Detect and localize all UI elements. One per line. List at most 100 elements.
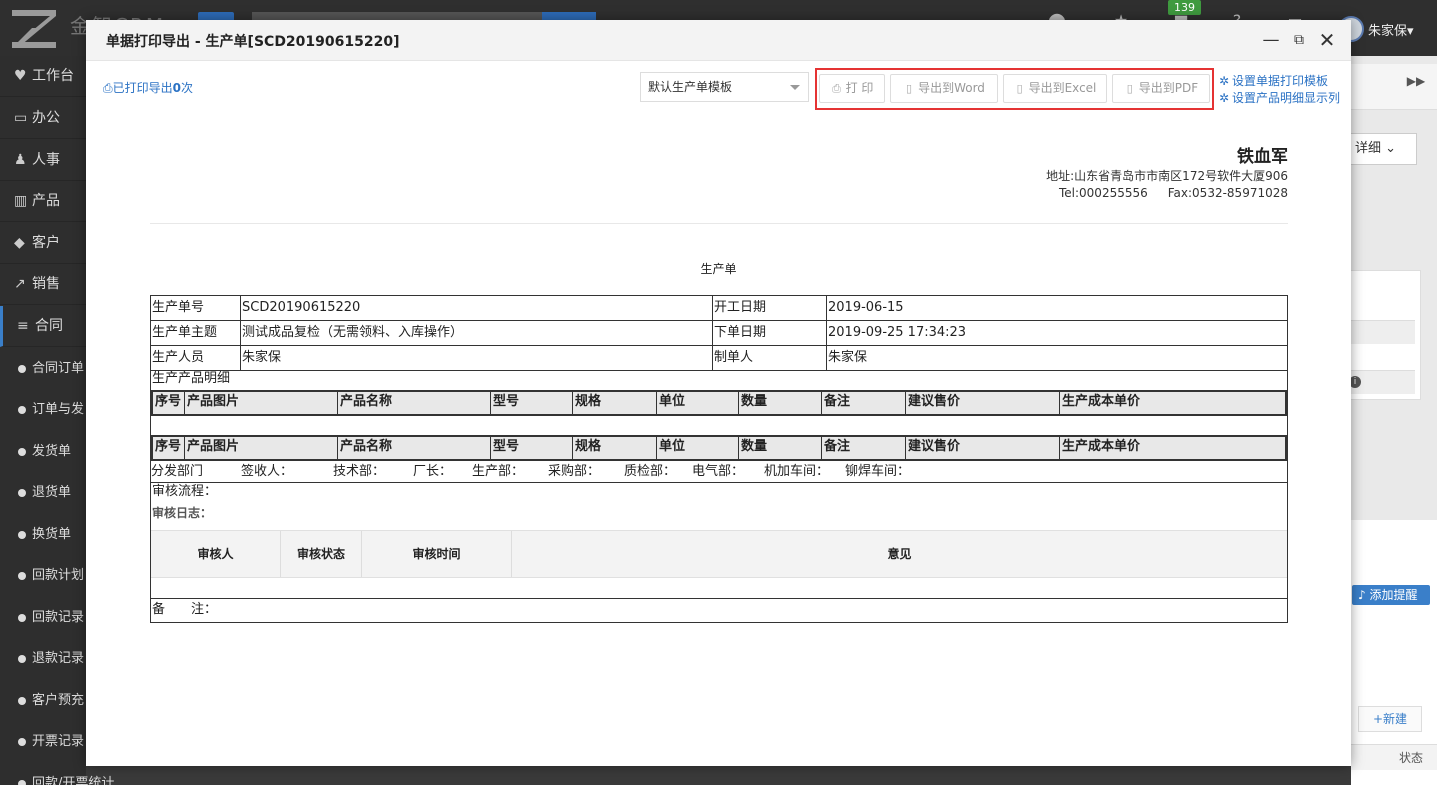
field-label: 生产单号 — [152, 300, 205, 315]
divider — [151, 370, 1287, 371]
field-label: 生产人员 — [152, 350, 205, 365]
section-label: 生产产品明细 — [152, 371, 231, 386]
field-label: 制单人 — [714, 350, 754, 365]
laptop-icon: ▭ — [14, 110, 28, 126]
column-header: 建议售价 — [908, 394, 961, 409]
close-icon[interactable]: ✕ — [1317, 30, 1337, 50]
chart-icon: ↗ — [14, 276, 26, 292]
column-header: 建议售价 — [908, 439, 961, 454]
field-value-person: 朱家保 — [242, 350, 282, 365]
heart-icon: ♥ — [14, 68, 27, 84]
column-header-status: 状态 — [1351, 744, 1437, 770]
dialog-header: 单据打印导出 - 生产单[SCD20190615220] — ⧉ ✕ — [86, 20, 1351, 61]
chevron-down-icon — [790, 85, 800, 90]
tab-scroll-right-icon[interactable]: ▶▶ — [1395, 66, 1437, 96]
column-header: 生产成本单价 — [1062, 394, 1141, 409]
file-excel-icon: ▯ — [1016, 82, 1023, 95]
field-value-maker: 朱家保 — [828, 350, 868, 365]
users-icon: ♟ — [14, 152, 27, 168]
audit-log-header: 审核人 审核状态 审核时间 意见 — [151, 530, 1287, 578]
company-address: 地址:山东省青岛市市南区172号软件大厦906 — [1046, 169, 1288, 183]
set-print-template-link[interactable]: ✲ 设置单据打印模板 — [1219, 72, 1328, 89]
dist-label: 分发部门 — [151, 464, 204, 479]
field-label: 生产单主题 — [152, 325, 218, 340]
set-columns-link[interactable]: ✲ 设置产品明细显示列 — [1219, 89, 1340, 106]
divider — [151, 459, 1287, 461]
document-title: 生产单 — [700, 262, 737, 276]
print-count-link[interactable]: ⎙已打印导出0次 — [103, 79, 193, 96]
divider — [151, 598, 1287, 599]
dist-item: 质检部： — [624, 464, 677, 479]
column-header: 生产成本单价 — [1062, 439, 1141, 454]
divider — [150, 223, 1288, 224]
column-header: 单位 — [659, 439, 686, 454]
column-header: 序号 — [155, 439, 182, 454]
bell-icon: ♪ — [1358, 588, 1366, 602]
add-reminder-button[interactable]: ♪ 添加提醒 — [1352, 585, 1430, 605]
field-value-order-no: SCD20190615220 — [242, 300, 361, 315]
company-tel: Tel:000255556 — [1058, 186, 1148, 200]
printer-icon: ⎙ — [103, 81, 113, 95]
dist-item: 签收人： — [241, 464, 294, 479]
app-logo[interactable] — [10, 6, 62, 50]
export-excel-button[interactable]: ▯ 导出到Excel — [1003, 74, 1107, 103]
user-menu[interactable]: 朱家保▾ — [1368, 20, 1414, 39]
minimize-icon[interactable]: — — [1261, 30, 1281, 50]
remark-label: 备 注： — [152, 602, 218, 617]
export-word-button[interactable]: ▯ 导出到Word — [890, 74, 998, 103]
file-word-icon: ▯ — [906, 82, 913, 95]
divider — [151, 482, 1287, 483]
divider — [151, 414, 1287, 416]
column-header: 意见 — [887, 547, 912, 561]
dist-item: 铆焊车间： — [845, 464, 911, 479]
sidebar-subitem[interactable]: 回款/开票统计 — [0, 763, 180, 785]
column-header: 单位 — [659, 394, 686, 409]
dist-item: 机加车间： — [764, 464, 830, 479]
column-header: 产品图片 — [187, 439, 240, 454]
notification-badge: 139 — [1168, 0, 1201, 15]
maximize-icon[interactable]: ⧉ — [1289, 30, 1309, 50]
dialog-title: 单据打印导出 - 生产单[SCD20190615220] — [106, 34, 400, 50]
company-contact: Tel:000255556 Fax:0532-85971028 — [1059, 186, 1288, 200]
column-header: 型号 — [493, 439, 520, 454]
column-header: 数量 — [741, 439, 768, 454]
column-header: 审核人 — [151, 531, 281, 577]
printer-icon: ⎙ — [832, 82, 841, 95]
export-pdf-button[interactable]: ▯ 导出到PDF — [1112, 74, 1210, 103]
dist-item: 电气部： — [692, 464, 745, 479]
print-button[interactable]: ⎙ 打 印 — [819, 74, 885, 103]
field-value-subject: 测试成品复检（无需领料、入库操作） — [242, 325, 464, 340]
dist-item: 采购部： — [548, 464, 601, 479]
table-row — [1351, 320, 1415, 344]
column-header: 审核状态 — [281, 531, 362, 577]
detail-dropdown[interactable]: 详细 ⌄ — [1351, 133, 1417, 165]
template-select[interactable]: 默认生产单模板 — [640, 72, 809, 102]
company-name: 铁血军 — [1237, 147, 1288, 167]
divider — [1285, 435, 1287, 460]
export-button-group: ⎙ 打 印 ▯ 导出到Word ▯ 导出到Excel ▯ 导出到PDF — [815, 68, 1214, 110]
sidebar: ♥ 工作台 ▭ 办公 ♟ 人事 ▥ 产品 ◆ 客户 ↗ 销售 ≡ 合同 合同订单 订单与发 发… — [0, 56, 180, 785]
user-name: 朱家保 — [1368, 24, 1408, 39]
gear-icon: ✲ — [1219, 74, 1230, 88]
file-pdf-icon: ▯ — [1126, 82, 1133, 95]
field-value-start-date: 2019-06-15 — [828, 300, 904, 315]
column-header: 规格 — [575, 439, 602, 454]
new-button[interactable]: +新建 — [1358, 706, 1422, 732]
list-icon: ≡ — [17, 318, 29, 334]
field-label: 下单日期 — [714, 325, 767, 340]
company-fax: Fax:0532-85971028 — [1167, 186, 1288, 200]
field-label: 开工日期 — [714, 300, 767, 315]
column-header: 产品名称 — [340, 439, 393, 454]
dist-item: 技术部： — [333, 464, 386, 479]
column-header: 数量 — [741, 394, 768, 409]
print-export-dialog: 单据打印导出 - 生产单[SCD20190615220] — ⧉ ✕ ⎙已打印导… — [86, 20, 1351, 766]
distribution-row: 分发部门 签收人： 技术部： 厂长： 生产部： 采购部： 质检部： 电气部： 机… — [151, 462, 1287, 482]
column-header: 序号 — [155, 394, 182, 409]
production-order-table: 生产单号 SCD20190615220 开工日期 2019-06-15 生产单主… — [150, 295, 1288, 623]
divider — [1285, 390, 1287, 415]
diamond-icon: ◆ — [14, 235, 25, 251]
column-header: 备注 — [824, 439, 851, 454]
column-header: 型号 — [493, 394, 520, 409]
field-value-order-date: 2019-09-25 17:34:23 — [828, 325, 967, 340]
column-header: 备注 — [824, 394, 851, 409]
